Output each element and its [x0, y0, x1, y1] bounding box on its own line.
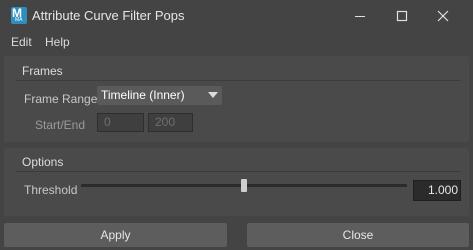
dialog-window: M MA Attribute Curve Filter Pops Edit He…	[0, 0, 473, 250]
options-divider	[16, 171, 461, 172]
close-icon	[437, 10, 449, 22]
close-button[interactable]: Close	[247, 223, 469, 247]
app-icon-subtext: MA	[15, 17, 23, 23]
frames-section-label[interactable]: Frames	[22, 64, 63, 78]
threshold-slider-handle[interactable]	[241, 179, 247, 192]
maximize-icon	[396, 10, 408, 22]
frames-group: Frames Frame Range Timeline (Inner) Star…	[4, 56, 469, 142]
menu-bar: Edit Help	[0, 32, 473, 52]
start-frame-field: 0	[97, 113, 144, 132]
start-end-label: Start/End	[35, 118, 86, 132]
chevron-down-icon	[208, 92, 218, 98]
close-window-button[interactable]	[423, 0, 463, 32]
end-frame-field: 200	[148, 113, 193, 132]
threshold-value-field[interactable]: 1.000	[413, 180, 461, 201]
maximize-button[interactable]	[382, 0, 422, 32]
title-bar[interactable]: M MA Attribute Curve Filter Pops	[0, 0, 473, 32]
options-section-label[interactable]: Options	[22, 155, 63, 169]
menu-edit[interactable]: Edit	[11, 35, 32, 49]
apply-button[interactable]: Apply	[4, 223, 227, 247]
maya-app-icon: M MA	[11, 6, 27, 24]
menu-help[interactable]: Help	[45, 35, 70, 49]
threshold-label: Threshold	[24, 183, 78, 197]
minimize-icon	[355, 16, 365, 17]
minimize-button[interactable]	[340, 0, 380, 32]
options-group: Options Threshold 1.000	[4, 148, 469, 216]
window-title: Attribute Curve Filter Pops	[32, 8, 185, 23]
frame-range-selected: Timeline (Inner)	[101, 88, 185, 102]
frame-range-dropdown[interactable]: Timeline (Inner)	[97, 86, 222, 105]
frame-range-label: Frame Range	[24, 92, 98, 106]
frames-divider	[16, 80, 461, 81]
